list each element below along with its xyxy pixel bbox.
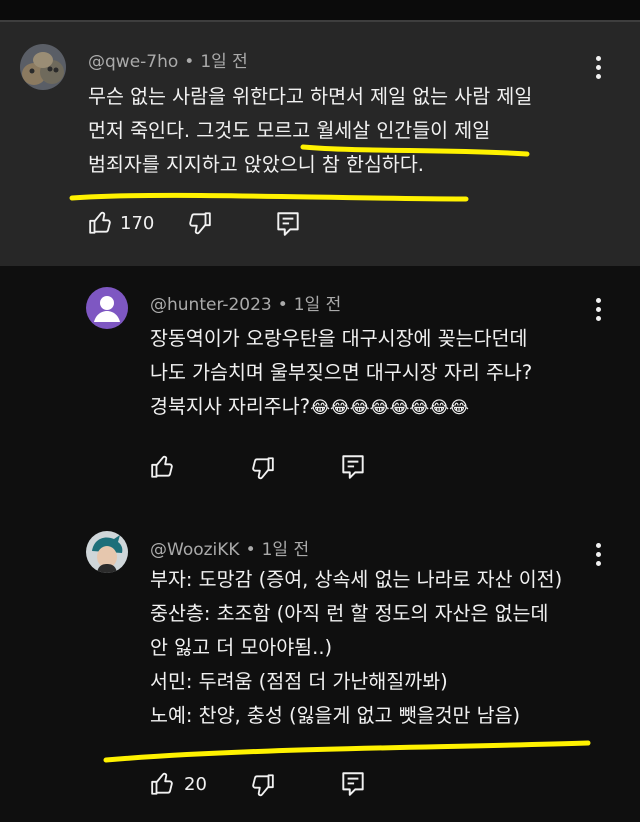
- reply-icon: [342, 772, 364, 796]
- comment-body: 부자: 도망감 (증여, 상속세 없는 나라로 자산 이전) 중산층: 초조함 …: [150, 563, 562, 733]
- dislike-button[interactable]: [249, 772, 275, 802]
- like-count: 170: [120, 213, 155, 234]
- dislike-button[interactable]: [186, 210, 212, 240]
- reply-icon: [342, 455, 364, 479]
- comment-line: 노예: 찬양, 충성 (잃을게 없고 뺏을것만 남음): [150, 704, 521, 727]
- reply-button[interactable]: [340, 770, 366, 802]
- comment-line: 범죄자를 지지하고 앉았으니 참 한심하다.: [88, 153, 424, 176]
- comment-line: 서민: 두려움 (점점 더 가난해질까봐): [150, 670, 448, 693]
- laughing-emojis: 😂😂😂😂😂😂😂😂: [310, 398, 469, 418]
- thumbs-up-icon: [89, 211, 111, 234]
- like-button[interactable]: [88, 210, 114, 240]
- comment-body: 무슨 없는 사람을 위한다고 하면서 제일 없는 사람 제일 먼저 죽인다. 그…: [88, 80, 532, 182]
- comment-text: 경북지사 자리주나?: [150, 395, 311, 418]
- top-bar: [0, 0, 640, 20]
- thumbs-up-icon: [151, 772, 173, 795]
- author-name[interactable]: @qwe-7ho: [88, 52, 178, 72]
- timestamp: 1일 전: [261, 540, 310, 560]
- comment-line: 나도 가슴치며 울부짖으면 대구시장 자리 주나?: [150, 361, 533, 384]
- comment-line: 부자: 도망감 (증여, 상속세 없는 나라로 자산 이전): [150, 568, 563, 591]
- timestamp: 1일 전: [293, 295, 342, 315]
- reply-button[interactable]: [275, 210, 301, 242]
- thumbs-down-icon: [252, 774, 274, 797]
- comment-line: 중산층: 초조함 (아직 런 할 정도의 자산은 없는데: [150, 602, 549, 625]
- thumbs-down-icon: [252, 457, 274, 480]
- author-name[interactable]: @hunter-2023: [150, 295, 272, 315]
- avatar[interactable]: [20, 44, 66, 90]
- more-vert-icon[interactable]: [588, 298, 608, 328]
- dislike-button[interactable]: [249, 455, 275, 485]
- author-name[interactable]: @WooziKK: [150, 540, 240, 560]
- avatar[interactable]: [86, 287, 128, 329]
- comment-meta: @qwe-7ho • 1일 전: [88, 52, 248, 72]
- more-vert-icon[interactable]: [588, 56, 608, 86]
- like-button[interactable]: [150, 771, 176, 801]
- comment-line: 먼저 죽인다. 그것도 모르고 월세살 인간들이 제일: [88, 119, 491, 142]
- comment-meta: @WooziKK • 1일 전: [150, 540, 310, 560]
- comment-line: 안 잃고 더 모아야됨..): [150, 636, 333, 659]
- thumbs-up-icon: [151, 455, 173, 478]
- avatar[interactable]: [86, 531, 128, 573]
- like-count: 20: [184, 774, 207, 795]
- timestamp: 1일 전: [200, 52, 248, 72]
- comment-line: 장동역이가 오랑우탄을 대구시장에 꽂는다던데: [150, 327, 528, 350]
- comment-meta: @hunter-2023 • 1일 전: [150, 295, 342, 315]
- more-vert-icon[interactable]: [588, 543, 608, 573]
- like-button[interactable]: [150, 454, 176, 484]
- comment-body: 장동역이가 오랑우탄을 대구시장에 꽂는다던데 나도 가슴치며 울부짖으면 대구…: [150, 322, 532, 424]
- thumbs-down-icon: [189, 212, 211, 235]
- reply-icon: [277, 212, 299, 236]
- comment-line: 경북지사 자리주나?😂😂😂😂😂😂😂😂: [150, 390, 532, 424]
- comment-line: 무슨 없는 사람을 위한다고 하면서 제일 없는 사람 제일: [88, 85, 533, 108]
- reply-button[interactable]: [340, 453, 366, 485]
